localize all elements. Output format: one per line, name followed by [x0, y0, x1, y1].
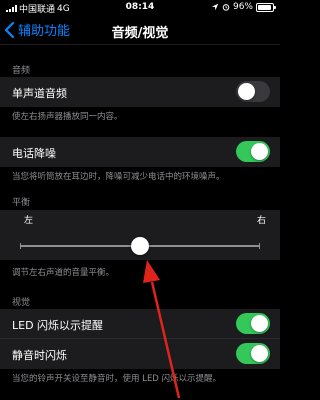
- navigation-bar: 辅助功能 音频/视觉: [0, 14, 280, 45]
- toggle-knob: [251, 345, 268, 362]
- balance-right-label: 右: [256, 216, 266, 226]
- led-flash-label: LED 闪烁以示提醒: [12, 319, 104, 332]
- balance-footnote: 调节左右声道的音量平衡。: [12, 268, 115, 278]
- led-flash-toggle[interactable]: [236, 313, 270, 334]
- balance-slider-thumb[interactable]: [131, 237, 149, 255]
- visual-footnote: 当您的铃声开关设至静音时，使用 LED 闪烁以示提醒。: [12, 374, 222, 384]
- silent-flash-row[interactable]: 静音时闪烁: [0, 339, 280, 369]
- balance-row: 左 右: [0, 210, 280, 260]
- status-right: 96%: [211, 2, 276, 12]
- page-title: 音频/视觉: [111, 26, 169, 41]
- audio-section-header: 音频: [12, 66, 31, 76]
- toggle-knob: [251, 315, 268, 332]
- toggle-knob: [238, 83, 255, 100]
- location-icon: [211, 3, 219, 11]
- mono-audio-toggle[interactable]: [236, 81, 270, 102]
- slider-tick-left: [20, 243, 21, 249]
- noise-cancellation-footnote: 当您将听筒放在耳边时，降噪可减少电话中的环境噪声。: [12, 172, 225, 182]
- noise-cancellation-label: 电话降噪: [12, 147, 56, 160]
- mono-audio-label: 单声道音频: [12, 87, 67, 100]
- balance-left-label: 左: [24, 216, 34, 226]
- silent-flash-label: 静音时闪烁: [12, 349, 67, 362]
- mono-audio-footnote: 使左右扬声器播放同一内容。: [12, 112, 123, 122]
- slider-tick-right: [259, 243, 260, 249]
- silent-flash-toggle[interactable]: [236, 343, 270, 364]
- battery-icon: [256, 2, 276, 12]
- balance-section-header: 平衡: [12, 198, 31, 208]
- led-flash-row[interactable]: LED 闪烁以示提醒: [0, 309, 280, 339]
- toggle-knob: [251, 143, 268, 160]
- status-bar: 中国联通 4G 08:14 96%: [0, 0, 280, 15]
- noise-cancellation-row[interactable]: 电话降噪: [0, 137, 280, 167]
- battery-percent: 96%: [232, 2, 253, 12]
- noise-cancellation-toggle[interactable]: [236, 141, 270, 162]
- mono-audio-row[interactable]: 单声道音频: [0, 77, 280, 107]
- visual-section-header: 视觉: [12, 298, 31, 308]
- alarm-icon: [222, 4, 230, 11]
